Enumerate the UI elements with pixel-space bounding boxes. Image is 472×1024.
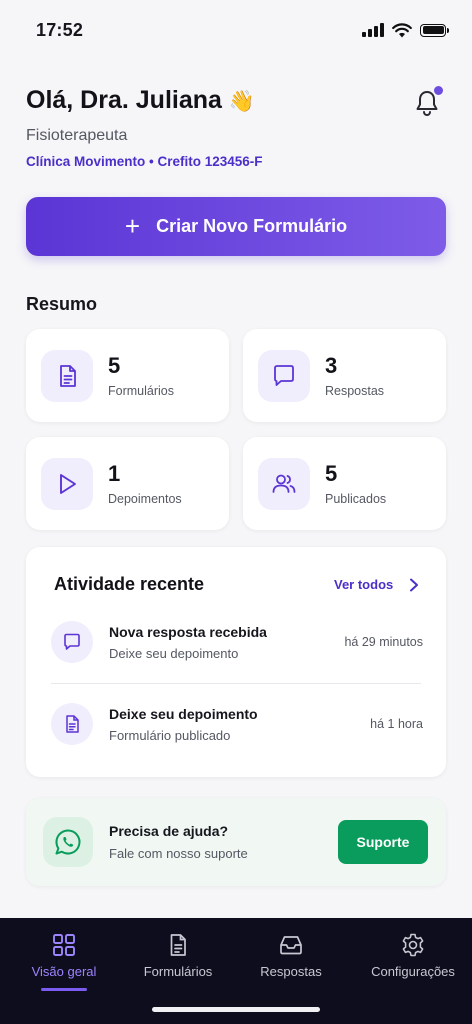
- tab-label: Configurações: [371, 964, 455, 979]
- activity-item-subtitle: Formulário publicado: [109, 727, 231, 743]
- stat-value: 3: [325, 352, 338, 378]
- document-icon: [41, 349, 93, 402]
- activity-item-subtitle: Deixe seu depoimento: [109, 645, 239, 661]
- see-all-label: Ver todos: [334, 577, 394, 592]
- gear-icon: [402, 933, 424, 957]
- stat-label: Publicados: [325, 491, 387, 506]
- help-title: Precisa de ajuda?: [109, 823, 229, 839]
- status-time: 17:52: [36, 19, 84, 40]
- help-card: Precisa de ajuda? Fale com nosso suporte…: [26, 798, 446, 886]
- stat-label: Formulários: [108, 383, 174, 398]
- stat-card-forms[interactable]: 5 Formulários: [26, 329, 229, 422]
- summary-title: Resumo: [26, 294, 98, 314]
- greeting-text: Olá, Dra. Juliana: [26, 86, 222, 114]
- stat-card-published[interactable]: 5 Publicados: [243, 437, 446, 530]
- chat-bubble-icon: [258, 349, 310, 402]
- users-icon: [258, 457, 310, 510]
- play-icon: [41, 457, 93, 510]
- home-indicator: [152, 1007, 320, 1012]
- support-button[interactable]: Suporte: [338, 820, 428, 864]
- cellular-signal-icon: [362, 23, 384, 37]
- status-icons: [362, 22, 449, 38]
- greeting-heading: Olá, Dra. Juliana 👋: [26, 86, 255, 115]
- stat-value: 1: [108, 460, 121, 486]
- chat-bubble-icon: [51, 621, 93, 663]
- activity-item-title: Deixe seu depoimento: [109, 705, 258, 722]
- activity-item-time: há 29 minutos: [344, 635, 423, 649]
- tab-label: Respostas: [260, 964, 322, 979]
- stat-card-testimonials[interactable]: 1 Depoimentos: [26, 437, 229, 530]
- help-subtitle: Fale com nosso suporte: [109, 846, 248, 861]
- activity-item[interactable]: Deixe seu depoimento Formulário publicad…: [51, 702, 423, 746]
- active-tab-indicator: [41, 988, 87, 991]
- chevron-right-icon: [410, 578, 419, 591]
- tab-forms[interactable]: Formulários: [128, 918, 228, 990]
- grid-icon: [53, 934, 75, 956]
- user-role: Fisioterapeuta: [26, 127, 128, 144]
- activity-item[interactable]: Nova resposta recebida Deixe seu depoime…: [51, 620, 423, 664]
- stat-label: Depoimentos: [108, 491, 182, 506]
- battery-icon: [420, 23, 449, 37]
- wifi-icon: [392, 22, 412, 37]
- status-bar: 17:52: [0, 0, 472, 60]
- recent-activity-card: Atividade recente Ver todos Nova respost…: [26, 547, 446, 777]
- activity-item-time: há 1 hora: [370, 717, 423, 731]
- stat-value: 5: [325, 460, 338, 486]
- activity-item-title: Nova resposta recebida: [109, 623, 267, 640]
- bottom-tab-bar: Visão geral Formulários Respostas Config…: [0, 918, 472, 1024]
- inbox-icon: [280, 936, 302, 955]
- activity-title: Atividade recente: [54, 574, 205, 594]
- stat-card-responses[interactable]: 3 Respostas: [243, 329, 446, 422]
- clinic-info: Clínica Movimento • Crefito 123456-F: [26, 154, 263, 169]
- whatsapp-icon: [43, 817, 93, 867]
- see-all-link[interactable]: Ver todos: [334, 577, 419, 592]
- tab-settings[interactable]: Configurações: [354, 918, 472, 990]
- create-form-button[interactable]: + Criar Novo Formulário: [26, 197, 446, 256]
- stat-label: Respostas: [325, 383, 385, 398]
- wave-emoji: 👋: [228, 90, 256, 113]
- tab-label: Formulários: [143, 964, 213, 979]
- tab-overview[interactable]: Visão geral: [0, 918, 128, 991]
- tab-responses[interactable]: Respostas: [228, 918, 354, 990]
- document-icon: [170, 934, 186, 956]
- stat-value: 5: [108, 352, 121, 378]
- create-form-label: Criar Novo Formulário: [156, 216, 348, 236]
- tab-label: Visão geral: [31, 964, 97, 979]
- document-icon: [51, 703, 93, 745]
- plus-icon: +: [124, 210, 141, 241]
- divider: [51, 683, 421, 684]
- notification-badge: [434, 86, 443, 95]
